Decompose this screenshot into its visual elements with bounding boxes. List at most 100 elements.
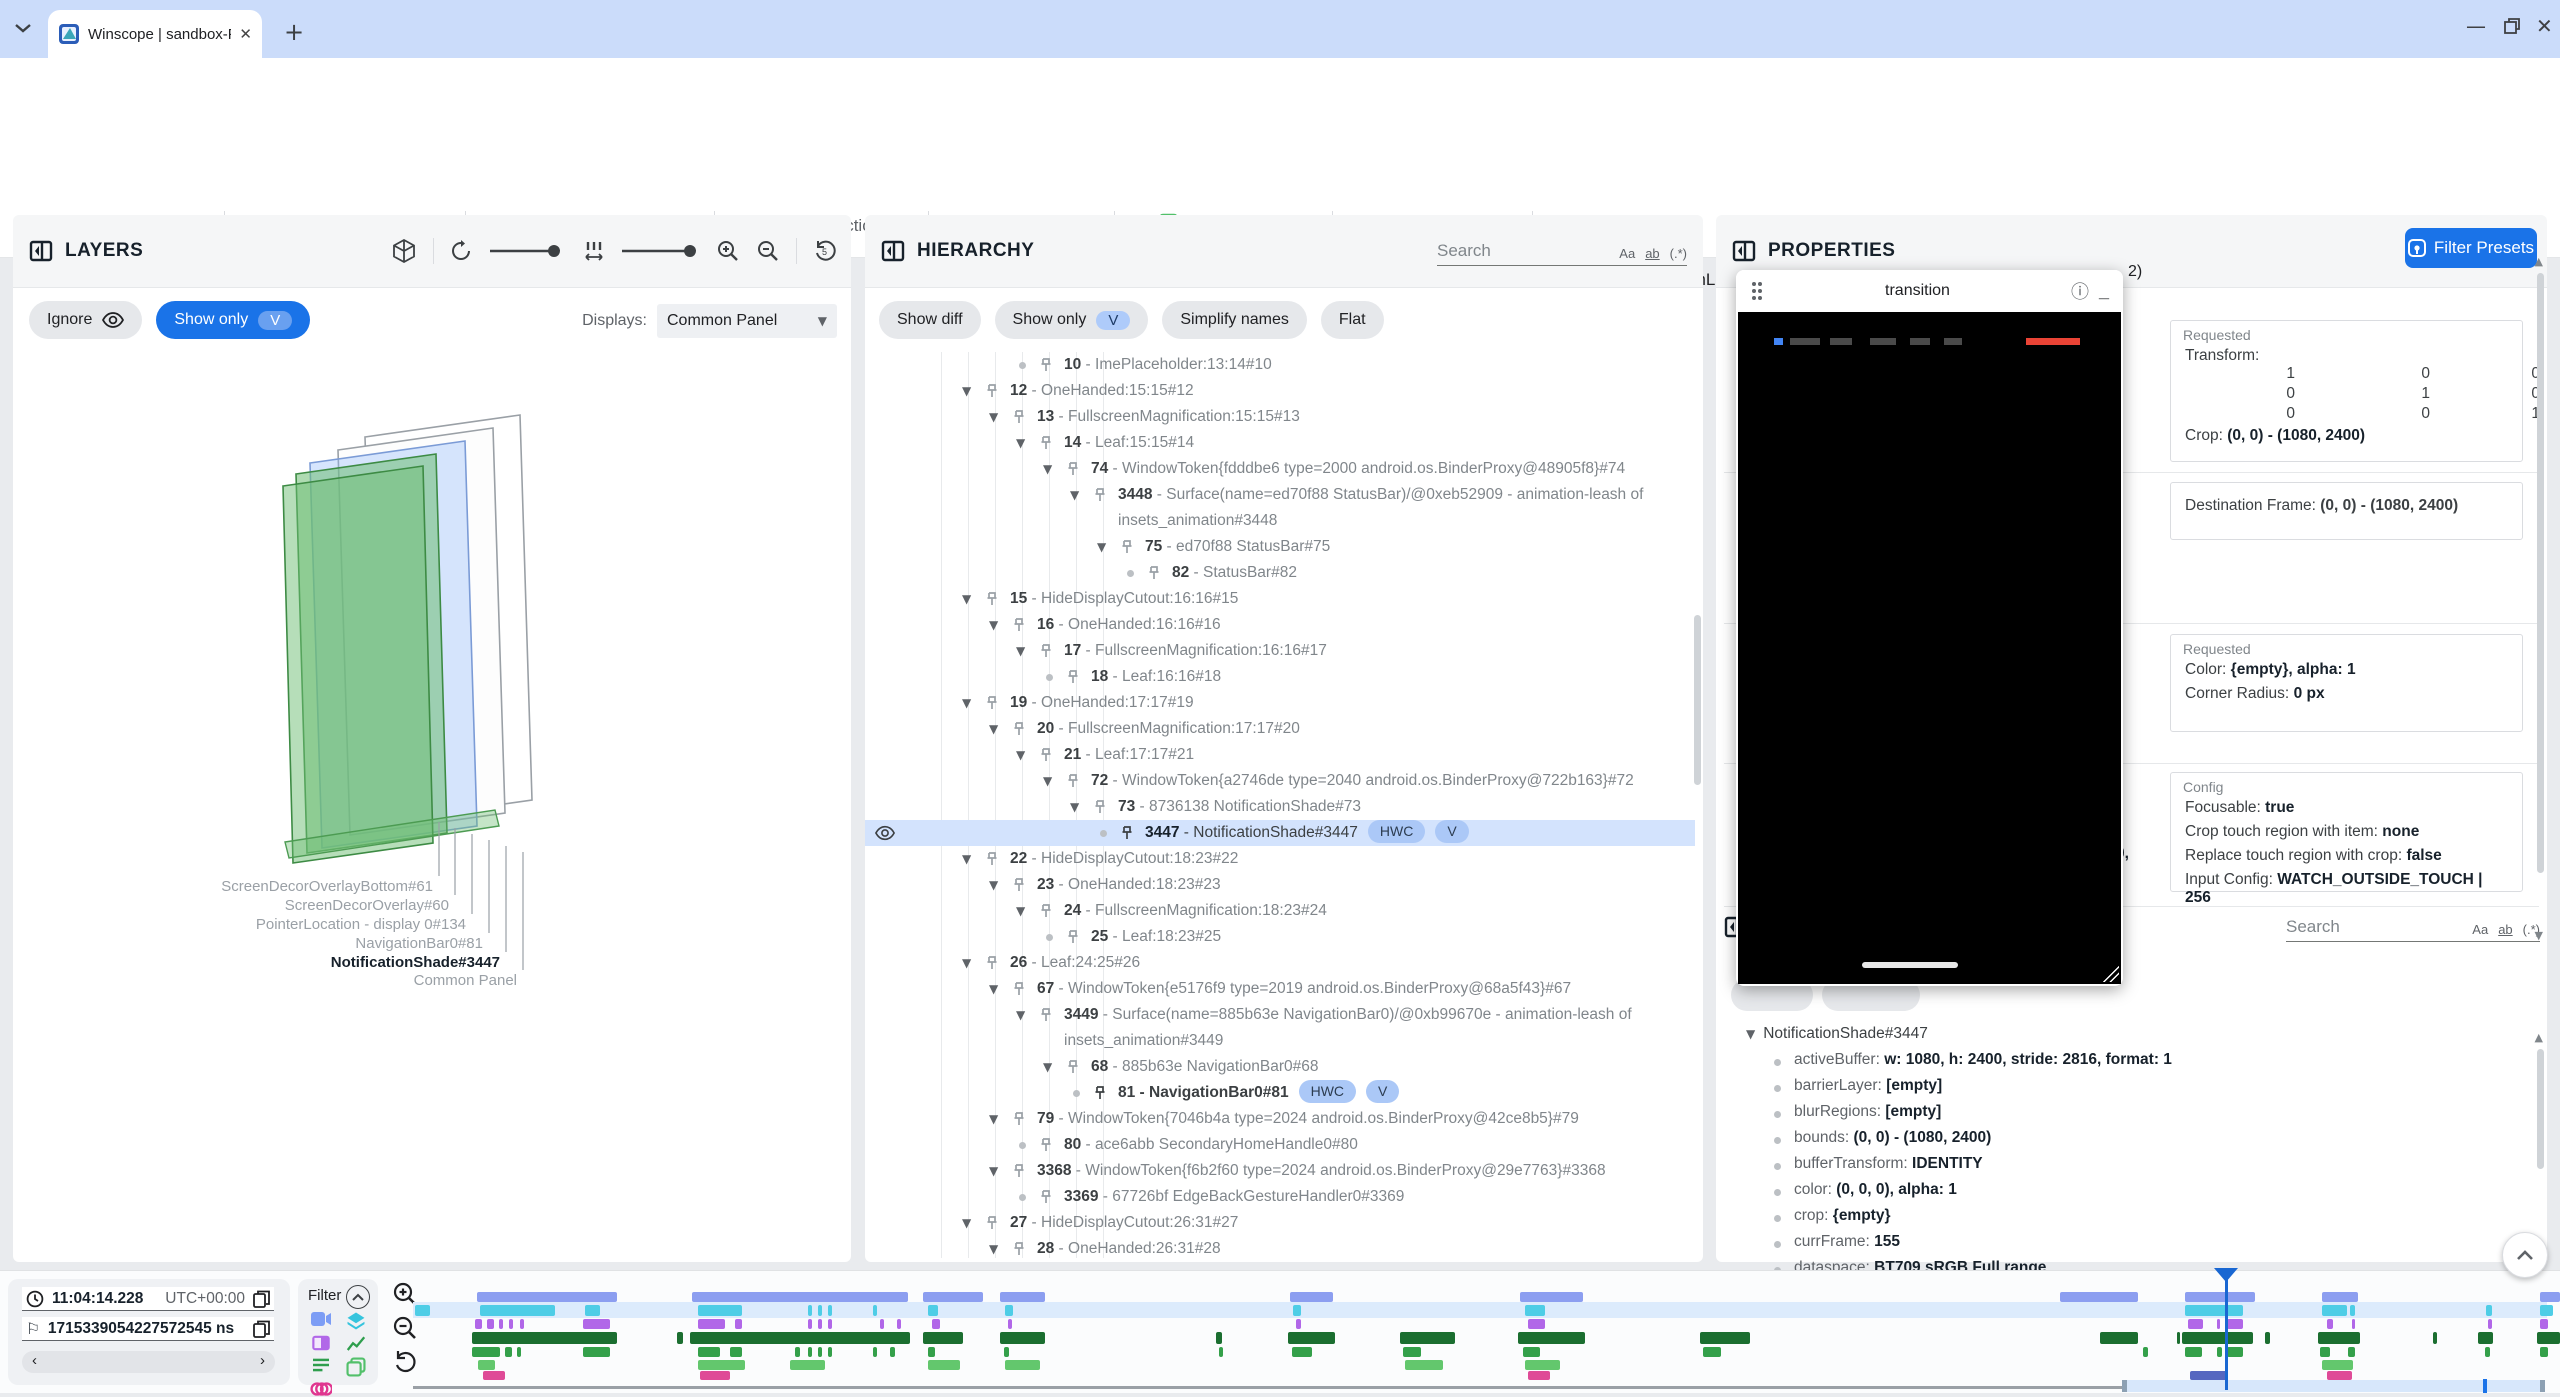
zoom-out-icon[interactable] xyxy=(756,239,780,263)
timeline-segment-surface-flinger[interactable] xyxy=(698,1305,742,1316)
ignore-chip[interactable]: Ignore xyxy=(29,301,142,339)
pin-icon[interactable] xyxy=(1013,410,1025,425)
hierarchy-node[interactable]: 18 - Leaf:16:16#18 xyxy=(865,664,1695,690)
timeline-segment-surface-flinger[interactable] xyxy=(2540,1305,2553,1316)
hierarchy-node[interactable]: ▼67 - WindowToken{e5176f9 type=2019 andr… xyxy=(865,976,1695,1002)
expand-arrow-icon[interactable]: ▼ xyxy=(1016,742,1025,768)
drag-handle-icon[interactable] xyxy=(1750,280,1764,302)
timeline-segment-screen-recording[interactable] xyxy=(2060,1292,2138,1302)
expand-arrow-icon[interactable]: ▼ xyxy=(1746,1027,1755,1041)
timeline-segment-protolog[interactable] xyxy=(1219,1347,1223,1357)
timeline-segment-surface-flinger[interactable] xyxy=(818,1305,822,1316)
timeline-segment-transactions[interactable] xyxy=(677,1332,683,1344)
property-item[interactable]: activeBuffer: w: 1080, h: 2400, stride: … xyxy=(1794,1051,2172,1069)
hierarchy-node[interactable]: ▼21 - Leaf:17:17#21 xyxy=(865,742,1695,768)
timeline-segment-window-manager[interactable] xyxy=(828,1319,832,1329)
timeline-zoom-out-icon[interactable] xyxy=(392,1315,418,1341)
hierarchy-node[interactable]: ▼26 - Leaf:24:25#26 xyxy=(865,950,1695,976)
pin-icon[interactable] xyxy=(986,696,998,711)
timeline-segment-surface-flinger[interactable] xyxy=(873,1305,877,1316)
timeline-segment-view-capture[interactable] xyxy=(928,1360,960,1370)
timeline-cursor-handle[interactable] xyxy=(2214,1268,2238,1282)
timeline-segment-protolog[interactable] xyxy=(472,1347,500,1357)
expand-arrow-icon[interactable]: ▼ xyxy=(1016,898,1025,924)
pin-icon[interactable] xyxy=(1013,618,1025,633)
timeline-segment-window-manager[interactable] xyxy=(1008,1319,1012,1329)
timeline-segment-surface-flinger[interactable] xyxy=(1293,1305,1301,1316)
timeline-segment-surface-flinger[interactable] xyxy=(480,1305,555,1316)
layer-label[interactable]: PointerLocation - display 0#134 xyxy=(256,916,466,933)
pin-icon[interactable] xyxy=(1094,1086,1106,1101)
new-tab-button[interactable]: + xyxy=(284,18,304,46)
collapse-panel-icon[interactable] xyxy=(29,239,53,263)
timeline-segment-transactions[interactable] xyxy=(2537,1332,2560,1344)
timeline-segment-window-manager[interactable] xyxy=(2327,1319,2333,1329)
property-item[interactable]: blurRegions: [empty] xyxy=(1794,1103,1941,1121)
pin-icon[interactable] xyxy=(1148,566,1160,581)
expand-arrow-icon[interactable]: ▼ xyxy=(962,846,971,872)
timeline-segment-screen-recording[interactable] xyxy=(2185,1292,2255,1302)
timeline-segment-view-capture[interactable] xyxy=(1005,1360,1040,1370)
timeline-segment-window-manager[interactable] xyxy=(897,1319,901,1329)
match-word-toggle[interactable]: ab xyxy=(1645,246,1659,261)
pin-icon[interactable] xyxy=(1067,774,1079,789)
timeline-segment-transactions[interactable] xyxy=(1400,1332,1455,1344)
expand-arrow-icon[interactable]: ▼ xyxy=(962,950,971,976)
timeline-segment-window-manager[interactable] xyxy=(509,1319,513,1329)
expand-arrow-icon[interactable]: ▼ xyxy=(989,976,998,1002)
expand-arrow-icon[interactable]: ▼ xyxy=(989,404,998,430)
expand-arrow-icon[interactable]: ▼ xyxy=(1043,1054,1052,1080)
tab-close-icon[interactable]: ✕ xyxy=(239,25,252,43)
pin-icon[interactable] xyxy=(1013,722,1025,737)
collapse-panel-icon[interactable] xyxy=(881,239,905,263)
timeline-segment-window-manager[interactable] xyxy=(1528,1319,1545,1329)
timeline-reset-zoom-icon[interactable] xyxy=(392,1349,418,1375)
expand-arrow-icon[interactable]: ▼ xyxy=(989,872,998,898)
expand-arrow-icon[interactable]: ▼ xyxy=(1097,534,1106,560)
timeline-segment-transactions[interactable] xyxy=(690,1332,910,1344)
timeline-segment-window-manager[interactable] xyxy=(808,1319,812,1329)
timeline-segment-transactions[interactable] xyxy=(2177,1332,2180,1344)
timeline-segment-transactions[interactable] xyxy=(2433,1332,2437,1344)
pin-icon[interactable] xyxy=(1013,1242,1025,1257)
properties-tree-root[interactable]: ▼NotificationShade#3447 xyxy=(1746,1025,1928,1043)
expand-arrow-icon[interactable]: ▼ xyxy=(989,1158,998,1184)
scroll-up-icon[interactable]: ▲ xyxy=(2535,1031,2543,1044)
timeline-segment-window-manager[interactable] xyxy=(520,1319,524,1329)
human-time-field[interactable]: 11:04:14.228 UTC+00:00 xyxy=(22,1287,274,1311)
pin-icon[interactable] xyxy=(1067,462,1079,477)
timeline-cursor-line[interactable] xyxy=(2225,1268,2228,1390)
hierarchy-node[interactable]: ▼16 - OneHanded:16:16#16 xyxy=(865,612,1695,638)
timeline-segment-transitions[interactable] xyxy=(700,1371,730,1380)
expand-arrow-icon[interactable]: ▼ xyxy=(989,1106,998,1132)
hierarchy-node[interactable]: ▼22 - HideDisplayCutout:18:23#22 xyxy=(865,846,1695,872)
timeline-segment-protolog[interactable] xyxy=(505,1347,512,1357)
timeline-segment-protolog[interactable] xyxy=(2320,1347,2330,1357)
show-diff-chip[interactable]: Show diff xyxy=(879,301,981,339)
rotation-slider[interactable] xyxy=(488,241,568,261)
pin-icon[interactable] xyxy=(1013,1164,1025,1179)
layer-label[interactable]: ScreenDecorOverlayBottom#61 xyxy=(221,878,433,895)
property-item[interactable]: color: (0, 0, 0), alpha: 1 xyxy=(1794,1181,1957,1199)
timeline-segment-transactions[interactable] xyxy=(1000,1332,1045,1344)
timeline-segment-view-capture[interactable] xyxy=(2322,1360,2353,1370)
expand-arrow-icon[interactable]: ▼ xyxy=(1043,768,1052,794)
hierarchy-search[interactable]: Search Aa ab (.*) xyxy=(1437,229,1687,266)
timeline-segment-transitions[interactable] xyxy=(2327,1371,2352,1380)
pin-icon[interactable] xyxy=(1094,800,1106,815)
timeline-segment-transactions[interactable] xyxy=(2318,1332,2360,1344)
pin-icon[interactable] xyxy=(1040,904,1052,919)
surface-flinger-icon[interactable] xyxy=(346,1311,366,1331)
properties-search[interactable]: Search Aa ab (.*) xyxy=(2286,905,2540,942)
timeline-segment-transactions[interactable] xyxy=(2182,1332,2253,1344)
pin-icon[interactable] xyxy=(1013,1112,1025,1127)
timeline-segment-surface-flinger[interactable] xyxy=(828,1305,832,1316)
properties-scrollbar[interactable] xyxy=(2537,273,2544,873)
hierarchy-node[interactable]: ▼19 - OneHanded:17:17#19 xyxy=(865,690,1695,716)
timeline-segment-protolog[interactable] xyxy=(1523,1347,1540,1357)
hierarchy-node[interactable]: ▼73 - 8736138 NotificationShade#73 xyxy=(865,794,1695,820)
collapse-panel-icon[interactable] xyxy=(1732,239,1756,263)
expand-arrow-icon[interactable]: ▼ xyxy=(962,586,971,612)
flat-chip[interactable]: Flat xyxy=(1321,301,1384,339)
browser-tab[interactable]: Winscope | sandbox-FAI ✕ xyxy=(48,10,262,58)
